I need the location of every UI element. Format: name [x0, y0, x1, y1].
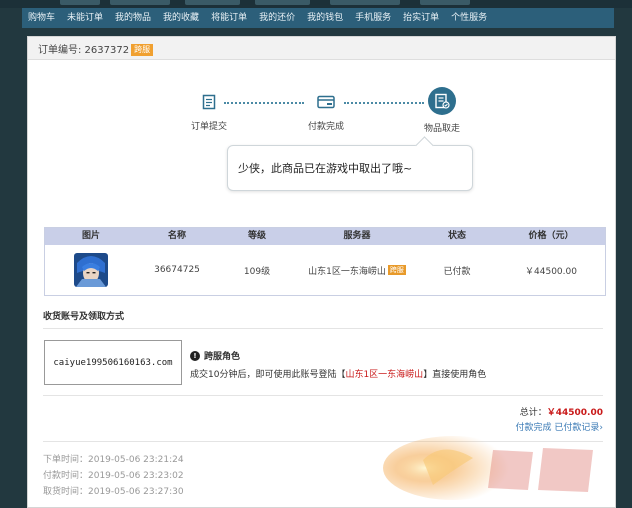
col-price: 价格（元） — [528, 231, 574, 241]
top-strip — [0, 0, 632, 8]
step-connector — [224, 102, 304, 106]
method-title: ! 跨服角色 — [190, 349, 240, 362]
nav-item-my-bargains[interactable]: 我的还价 — [253, 8, 301, 28]
receive-section-title: 收货账号及领取方式 — [43, 312, 125, 322]
top-tab[interactable] — [60, 0, 100, 5]
status-bubble: 少侠，此商品已在游戏中取出了哦~ — [227, 136, 473, 191]
step-label: 物品取走 — [423, 124, 460, 134]
top-tab[interactable] — [110, 0, 170, 5]
time-placed: 下单时间：2019-05-06 23:21:24 — [43, 455, 184, 465]
divider — [43, 328, 603, 329]
method-label: 跨服角色 — [204, 352, 241, 362]
col-status: 状态 — [447, 231, 466, 241]
document-icon — [198, 91, 220, 113]
order-header: 订单编号: 2637372 跨服 — [28, 37, 615, 60]
col-name: 名称 — [167, 231, 186, 241]
status-message: 少侠，此商品已在游戏中取出了哦~ — [238, 162, 413, 175]
method-note: 成交10分钟后，即可使用此账号登陆【山东1区一东海崂山】直接使用角色 — [190, 370, 487, 380]
step-payment-complete: 付款完成 — [296, 91, 356, 132]
card-icon — [315, 91, 337, 113]
item-name: 36674725 — [154, 265, 200, 275]
note-server: 山东1区一东海崂山 — [345, 370, 424, 380]
nav-item-my-items[interactable]: 我的物品 — [109, 8, 157, 28]
nav-item-sell-orders[interactable]: 抬实订单 — [397, 8, 445, 28]
top-tab[interactable] — [330, 0, 400, 5]
paid-record-link[interactable]: 已付款记录› — [554, 423, 603, 433]
order-detail-panel: 订单编号: 2637372 跨服 订单提交 付款完成 物品取走 少侠，此商品已在游… — [27, 36, 616, 508]
info-icon: ! — [190, 350, 200, 361]
order-timeline: 下单时间：2019-05-06 23:21:24 付款时间：2019-05-06… — [43, 452, 184, 500]
main-nav: 购物车 未能订单 我的物品 我的收藏 将能订单 我的还价 我的钱包 手机服务 抬… — [22, 8, 614, 28]
nav-item-pending-orders[interactable]: 未能订单 — [61, 8, 109, 28]
divider — [43, 395, 603, 396]
account-box[interactable]: caiyue199506160163.com — [44, 340, 182, 385]
nav-item-orders[interactable]: 将能订单 — [205, 8, 253, 28]
step-order-submitted: 订单提交 — [184, 91, 234, 132]
nav-item-cart[interactable]: 购物车 — [22, 8, 61, 28]
server-badge: 跨服 — [387, 265, 406, 275]
top-tab[interactable] — [420, 0, 470, 5]
total-amount: ￥44500.00 — [546, 408, 603, 418]
paid-status-link[interactable]: 付款完成 — [516, 423, 552, 433]
table-row[interactable]: 36674725 109级 山东1区一东海崂山 跨服 已付款 ￥44500.00 — [45, 245, 605, 295]
total-label: 总计： — [519, 408, 547, 418]
top-tab[interactable] — [185, 0, 240, 5]
order-total: 总计：￥44500.00 — [520, 405, 603, 418]
order-badge: 跨服 — [131, 44, 154, 56]
nav-item-personal-service[interactable]: 个性服务 — [445, 8, 493, 28]
step-label: 订单提交 — [190, 122, 227, 132]
nav-item-favorites[interactable]: 我的收藏 — [157, 8, 205, 28]
col-level: 等级 — [247, 231, 266, 241]
nav-item-mobile-service[interactable]: 手机服务 — [349, 8, 397, 28]
item-level: 109级 — [243, 266, 271, 277]
nav-item-wallet[interactable]: 我的钱包 — [301, 8, 349, 28]
character-avatar[interactable] — [74, 253, 108, 287]
payment-actions: 付款完成 已付款记录› — [516, 420, 604, 433]
step-item-taken: 物品取走 — [412, 87, 472, 134]
table-header: 图片 名称 等级 服务器 状态 价格（元） — [45, 228, 605, 245]
item-price: ￥44500.00 — [525, 266, 577, 277]
divider — [43, 441, 603, 442]
step-label: 付款完成 — [307, 122, 344, 132]
order-number: 订单编号: 2637372 — [38, 45, 130, 56]
col-server: 服务器 — [343, 231, 371, 241]
top-tab[interactable] — [255, 0, 310, 5]
item-server: 山东1区一东海崂山 — [308, 266, 386, 277]
item-table: 图片 名称 等级 服务器 状态 价格（元） 36674725 109级 山东1区… — [44, 227, 606, 296]
time-paid: 付款时间：2019-05-06 23:23:02 — [43, 471, 184, 481]
checklist-icon — [428, 87, 456, 115]
item-status: 已付款 — [443, 266, 471, 277]
col-image: 图片 — [81, 231, 100, 241]
time-taken: 取货时间：2019-05-06 23:27:30 — [43, 487, 184, 497]
account-value: caiyue199506160163.com — [53, 357, 173, 368]
